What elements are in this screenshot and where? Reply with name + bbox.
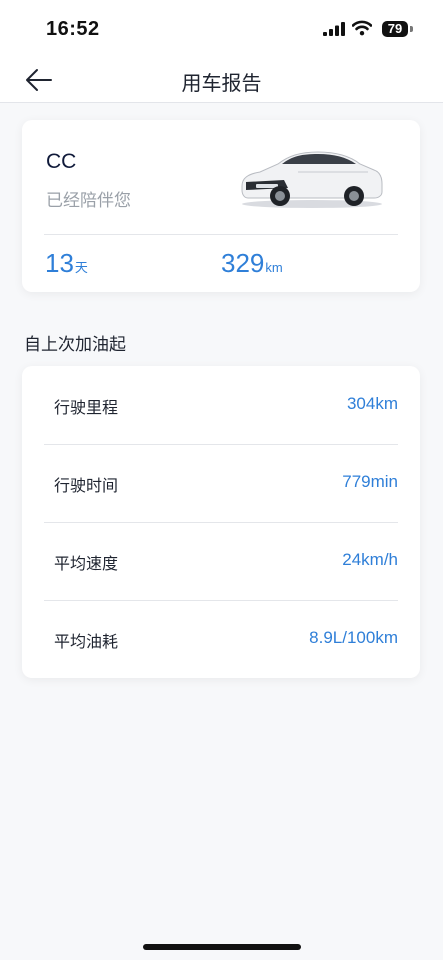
car-summary-card: CC 已经陪伴您 13天 329km (22, 120, 420, 292)
metric-value: 304km (346, 394, 398, 413)
nav-bar: 用车报告 (0, 58, 443, 103)
car-subtitle: 已经陪伴您 (46, 191, 131, 210)
page-title: 用车报告 (181, 73, 262, 95)
metric-row-speed: 平均速度 24km/h (44, 522, 398, 601)
car-name: CC (46, 150, 77, 173)
days-value: 13 (45, 248, 74, 278)
metric-label: 平均油耗 (54, 634, 119, 651)
metric-label: 行驶里程 (54, 400, 119, 417)
car-image (241, 151, 383, 208)
metric-label: 平均速度 (54, 556, 119, 573)
distance-stat: 329km (221, 248, 283, 279)
cellular-signal-icon (323, 22, 345, 36)
distance-value: 329 (221, 248, 265, 278)
metric-value: 24km/h (342, 550, 398, 569)
metric-value: 779min (342, 472, 398, 491)
metric-row-time: 行驶时间 779min (44, 444, 398, 523)
metric-row-fuel: 平均油耗 8.9L/100km (44, 600, 398, 678)
status-time: 16:52 (46, 18, 100, 40)
battery-cap (410, 26, 413, 32)
wifi-icon (352, 20, 372, 36)
section-title: 自上次加油起 (24, 335, 126, 354)
metric-label: 行驶时间 (54, 478, 119, 495)
metric-value: 8.9L/100km (309, 628, 398, 647)
refuel-metrics-card: 行驶里程 304km 行驶时间 779min 平均速度 24km/h 平均油耗 … (22, 366, 420, 678)
card-divider (44, 234, 398, 235)
days-unit: 天 (74, 260, 88, 275)
battery-indicator: 79 (382, 21, 408, 37)
days-stat: 13天 (45, 248, 88, 279)
distance-unit: km (265, 260, 283, 275)
status-bar: 16:52 79 (0, 0, 443, 58)
home-indicator[interactable] (143, 944, 301, 950)
metric-row-distance: 行驶里程 304km (44, 366, 398, 445)
